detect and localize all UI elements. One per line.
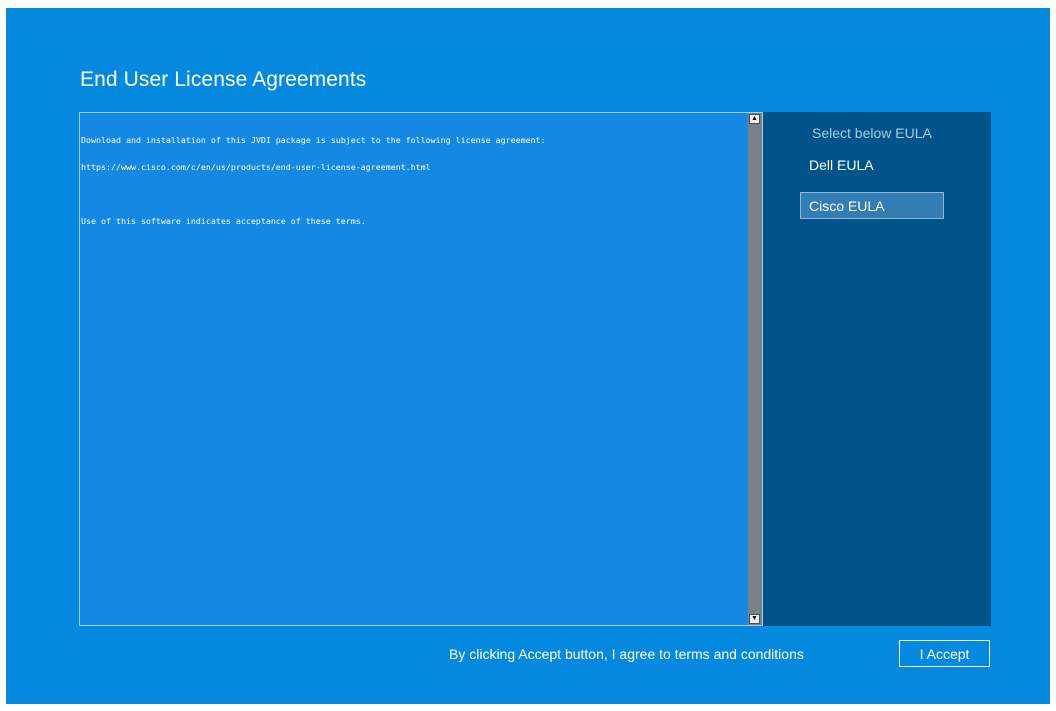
eula-text-line: Download and installation of this JVDI p…: [81, 135, 546, 145]
eula-screen: End User License Agreements Download and…: [6, 8, 1050, 704]
scroll-up-arrow-icon[interactable]: ▲: [749, 114, 760, 124]
vertical-scrollbar[interactable]: ▲ ▼: [748, 113, 762, 625]
eula-text-line: Use of this software indicates acceptanc…: [81, 216, 366, 226]
page-title: End User License Agreements: [80, 68, 367, 91]
eula-text-content: Download and installation of this JVDI p…: [81, 118, 745, 244]
eula-text-area[interactable]: Download and installation of this JVDI p…: [79, 112, 763, 626]
agreement-text: By clicking Accept button, I agree to te…: [449, 646, 804, 662]
scroll-down-arrow-icon[interactable]: ▼: [749, 614, 760, 624]
eula-selection-panel: Select below EULA Dell EULA Cisco EULA: [763, 112, 991, 626]
panel-header: Select below EULA: [812, 125, 932, 141]
dell-eula-item[interactable]: Dell EULA: [809, 155, 874, 175]
eula-link-line: https://www.cisco.com/c/en/us/products/e…: [81, 162, 431, 172]
cisco-eula-item[interactable]: Cisco EULA: [800, 192, 944, 219]
accept-button[interactable]: I Accept: [899, 640, 990, 667]
